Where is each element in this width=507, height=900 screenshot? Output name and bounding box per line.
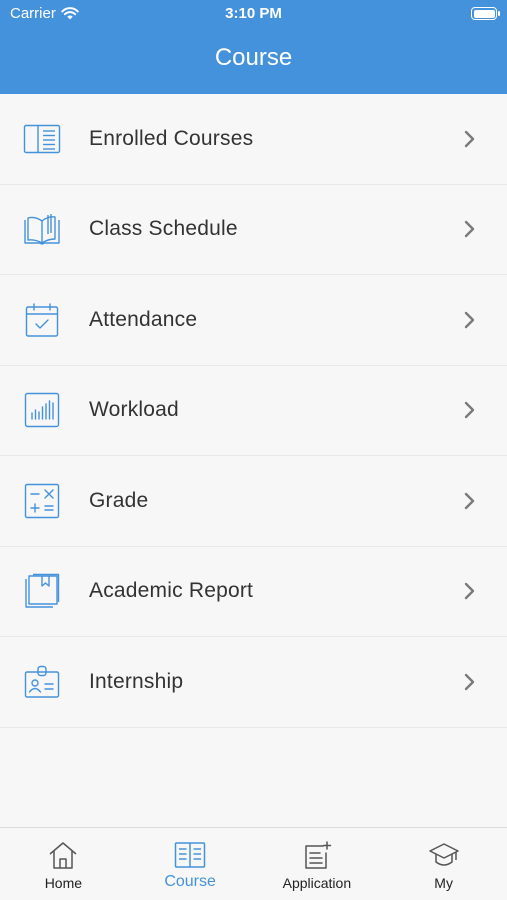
menu-item-attendance[interactable]: Attendance xyxy=(0,275,507,366)
attendance-icon xyxy=(23,302,61,338)
status-time: 3:10 PM xyxy=(225,5,282,22)
chevron-right-icon xyxy=(464,673,475,690)
menu-item-label: Academic Report xyxy=(89,579,254,603)
chevron-right-icon xyxy=(464,221,475,238)
bottom-tab-bar: Home Course Application My xyxy=(0,827,507,900)
course-book-icon xyxy=(174,842,206,868)
home-icon xyxy=(49,842,77,869)
chevron-right-icon xyxy=(464,311,475,328)
tab-application[interactable]: Application xyxy=(254,828,381,900)
menu-item-internship[interactable]: Internship xyxy=(0,637,507,728)
menu-item-label: Internship xyxy=(89,669,184,693)
menu-item-workload[interactable]: Workload xyxy=(0,365,507,456)
enrolled-courses-icon xyxy=(23,121,61,157)
menu-item-class-schedule[interactable]: Class Schedule xyxy=(0,184,507,275)
tab-label: Application xyxy=(282,875,352,891)
graduation-cap-icon xyxy=(428,843,459,866)
course-menu-list: Enrolled Courses Class Schedule Attendan… xyxy=(0,94,507,728)
tab-label: Course xyxy=(164,873,216,890)
chevron-right-icon xyxy=(464,583,475,600)
menu-item-label: Grade xyxy=(89,488,149,512)
app-header: Carrier 3:10 PM Course xyxy=(0,0,507,94)
battery-icon xyxy=(471,7,500,20)
menu-item-grade[interactable]: Grade xyxy=(0,456,507,547)
academic-report-icon xyxy=(23,573,61,609)
tab-label: My xyxy=(434,875,453,891)
menu-item-enrolled-courses[interactable]: Enrolled Courses xyxy=(0,94,507,185)
menu-item-label: Workload xyxy=(89,398,179,422)
status-bar: Carrier 3:10 PM xyxy=(0,0,507,28)
page-title: Course xyxy=(214,44,293,71)
tab-home[interactable]: Home xyxy=(0,828,127,900)
application-icon xyxy=(305,841,332,869)
tab-my[interactable]: My xyxy=(380,828,507,900)
chevron-right-icon xyxy=(464,402,475,419)
chevron-right-icon xyxy=(464,492,475,509)
grade-icon xyxy=(23,483,61,519)
tab-course[interactable]: Course xyxy=(127,828,254,900)
workload-icon xyxy=(23,392,61,428)
tab-label: Home xyxy=(44,875,83,891)
menu-item-label: Enrolled Courses xyxy=(89,126,254,150)
class-schedule-icon xyxy=(23,211,61,247)
internship-icon xyxy=(23,664,61,700)
menu-item-academic-report[interactable]: Academic Report xyxy=(0,546,507,637)
menu-item-label: Attendance xyxy=(89,307,198,331)
chevron-right-icon xyxy=(464,130,475,147)
menu-item-label: Class Schedule xyxy=(89,217,238,241)
